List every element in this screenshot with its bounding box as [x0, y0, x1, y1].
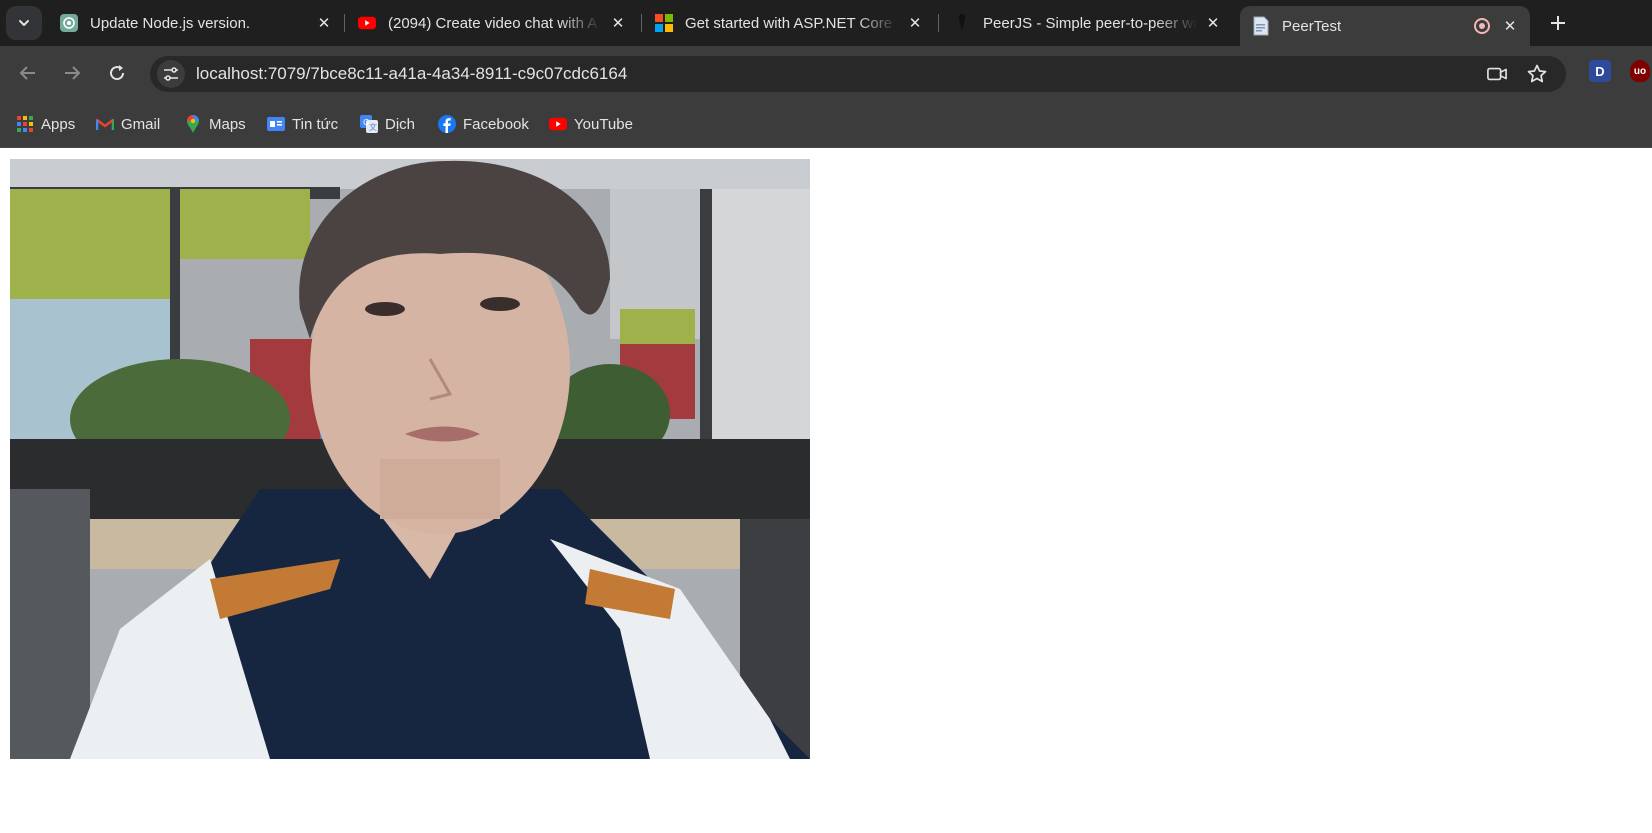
apps-grid-icon	[16, 115, 34, 133]
close-tab-icon[interactable]: ✕	[1205, 15, 1221, 32]
page-icon	[1252, 16, 1270, 36]
google-news-icon	[267, 115, 285, 133]
tab-title: (2094) Create video chat with A	[388, 14, 598, 32]
reload-button[interactable]	[102, 58, 132, 88]
tab-peertest[interactable]: PeerTest ✕	[1240, 6, 1530, 46]
tab-update-nodejs[interactable]: Update Node.js version. ✕	[60, 0, 332, 46]
bookmark-label: Maps	[209, 115, 246, 133]
browser-toolbar: localhost:7079/7bce8c11-a41a-4a34-8911-c…	[0, 46, 1652, 100]
page-content	[0, 148, 1652, 833]
bookmark-label: Tin tức	[292, 115, 339, 133]
bookmark-label: Dịch	[385, 115, 416, 133]
tab-title: Update Node.js version.	[90, 14, 251, 32]
close-tab-icon[interactable]: ✕	[1502, 18, 1518, 35]
bookmark-dich[interactable]: G文 Dịch	[360, 114, 415, 134]
bookmark-gmail[interactable]: Gmail	[96, 114, 160, 134]
dashlane-extension-icon[interactable]: D	[1589, 60, 1611, 82]
webcam-frame-image	[10, 159, 810, 759]
address-bar[interactable]: localhost:7079/7bce8c11-a41a-4a34-8911-c…	[150, 56, 1566, 92]
google-translate-icon: G文	[360, 115, 378, 133]
tab-title: PeerJS - Simple peer-to-peer wi	[983, 14, 1197, 32]
chatgpt-icon	[60, 14, 78, 32]
close-tab-icon[interactable]: ✕	[907, 15, 923, 32]
close-tab-icon[interactable]: ✕	[610, 15, 626, 32]
chevron-down-icon	[19, 20, 29, 26]
bookmark-label: YouTube	[574, 115, 633, 133]
tab-youtube-video[interactable]: (2094) Create video chat with A ✕	[358, 0, 626, 46]
microsoft-icon	[655, 14, 673, 32]
ublock-extension-icon[interactable]: uo	[1630, 60, 1650, 82]
tab-title: PeerTest	[1282, 17, 1342, 35]
extension-label: uo	[1633, 65, 1647, 77]
tab-separator	[344, 14, 345, 32]
camera-in-use-icon[interactable]	[1487, 64, 1507, 84]
close-tab-icon[interactable]: ✕	[316, 15, 332, 32]
tab-separator	[938, 14, 939, 32]
facebook-icon	[438, 115, 456, 133]
reload-icon	[110, 65, 125, 81]
new-tab-button[interactable]	[1543, 8, 1573, 38]
recording-indicator-icon	[1474, 18, 1490, 34]
tab-peerjs[interactable]: PeerJS - Simple peer-to-peer wi ✕	[953, 0, 1221, 46]
bookmark-star-icon[interactable]	[1527, 64, 1547, 84]
bookmarks-bar: Apps Gmail Maps Tin tức G文 Dịch Facebook…	[0, 100, 1652, 148]
tab-title: Get started with ASP.NET Core S	[685, 14, 899, 32]
bookmark-maps[interactable]: Maps	[184, 114, 246, 134]
back-button[interactable]	[13, 58, 43, 88]
plus-icon	[1551, 16, 1565, 30]
bookmark-tin-tuc[interactable]: Tin tức	[267, 114, 338, 134]
extension-label: D	[1595, 63, 1605, 79]
youtube-icon	[358, 14, 376, 32]
browser-window: Update Node.js version. ✕ (2094) Create …	[0, 0, 1652, 833]
bookmark-label: Facebook	[463, 115, 529, 133]
url-text[interactable]: localhost:7079/7bce8c11-a41a-4a34-8911-c…	[196, 64, 627, 84]
bookmark-facebook[interactable]: Facebook	[438, 114, 529, 134]
svg-text:文: 文	[369, 122, 377, 132]
bookmark-youtube[interactable]: YouTube	[549, 114, 633, 134]
forward-button[interactable]	[57, 58, 87, 88]
local-video-stream[interactable]	[10, 159, 810, 759]
tune-icon	[164, 67, 178, 81]
arrow-left-icon	[19, 66, 35, 80]
bookmark-apps[interactable]: Apps	[16, 114, 75, 134]
tab-aspnet-core[interactable]: Get started with ASP.NET Core S ✕	[655, 0, 923, 46]
tab-separator	[641, 14, 642, 32]
gmail-icon	[96, 115, 114, 133]
maps-icon	[184, 115, 202, 133]
youtube-icon	[549, 115, 567, 133]
tab-strip: Update Node.js version. ✕ (2094) Create …	[0, 0, 1652, 46]
peerjs-icon	[953, 14, 971, 32]
bookmark-label: Gmail	[121, 115, 161, 133]
tab-search-button[interactable]	[6, 6, 42, 40]
arrow-right-icon	[65, 66, 81, 80]
site-info-button[interactable]	[157, 60, 185, 88]
bookmark-label: Apps	[41, 115, 76, 133]
